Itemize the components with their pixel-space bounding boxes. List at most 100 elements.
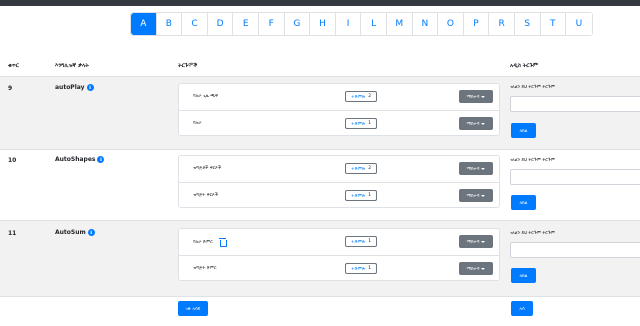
vote-button[interactable]: +ድምጽ 1 <box>345 263 377 274</box>
translations-card: ባለራ ድምር +ድምጽ 1 ማስተዳ ዝግጅት ድምር +ድምጽ 1 ማስተዳ <box>178 228 500 281</box>
letter-r[interactable]: R <box>489 13 515 35</box>
column-header-number: ቁጥር <box>8 63 19 69</box>
letter-g[interactable]: G <box>284 13 311 35</box>
save-button[interactable]: አሳ <box>511 301 533 316</box>
manage-label: ማስተዳ <box>466 94 480 100</box>
translation-text: ባለራ ጊዜ ጫዋ <box>193 94 218 99</box>
translation-item: ዝግጅት ድምር +ድምጽ 1 ማስተዳ <box>179 255 499 281</box>
manage-dropdown[interactable]: ማስተዳ <box>459 117 493 130</box>
caret-down-icon <box>481 167 486 170</box>
letter-m[interactable]: M <box>386 13 413 35</box>
translation-label: ባለራ ድምር <box>193 238 227 247</box>
translation-text: ዝግጅት ድምር <box>193 266 217 271</box>
letter-d[interactable]: D <box>207 13 234 35</box>
translation-item: ባለራ ድምር +ድምጽ 1 ማስተዳ <box>179 229 499 255</box>
vote-button[interactable]: +ድምጽ 2 <box>345 91 377 102</box>
add-button[interactable]: አክል <box>511 123 536 138</box>
vote-label: +ድምጽ <box>350 166 366 172</box>
letter-t[interactable]: T <box>540 13 567 35</box>
alphabet-pagination: A B C D E F G H I L M N O P R S T U <box>130 12 593 36</box>
column-header-translations: ትርጉሞች <box>178 63 198 69</box>
row-number: 10 <box>8 157 17 164</box>
caret-down-icon <box>481 240 486 243</box>
suggest-prompt: ገለልን ይህ ትርጉም ትርጉም <box>510 158 555 163</box>
translation-text: ዝግጅቶች ቅርጾች <box>193 166 222 171</box>
translations-card: ባለራ ጊዜ ጫዋ +ድምጽ 2 ማስተዳ ባለራ +ድምጽ 1 ማስተዳ <box>178 83 500 136</box>
translation-label: ዝግጅት ቅርጾች <box>193 192 218 198</box>
suggest-input[interactable] <box>510 96 640 112</box>
manage-label: ማስተዳ <box>466 266 480 272</box>
caret-down-icon <box>481 267 486 270</box>
manage-label: ማስተዳ <box>466 193 480 199</box>
row-divider <box>0 149 640 150</box>
manage-label: ማስተዳ <box>466 239 480 245</box>
translation-label: ዝግጅት ድምር <box>193 265 216 271</box>
info-icon[interactable]: i <box>87 229 95 236</box>
vote-label: +ድምጽ <box>350 193 366 199</box>
info-icon[interactable]: i <box>97 156 105 163</box>
letter-a[interactable]: A <box>131 13 157 35</box>
vote-label: +ድምጽ <box>350 239 366 245</box>
feature-name: AutoShapes i <box>55 156 105 163</box>
letter-s[interactable]: S <box>514 13 541 35</box>
vote-label: +ድምጽ <box>350 266 366 272</box>
manage-label: ማስተዳ <box>466 166 480 172</box>
feature-name: AutoSum i <box>55 229 95 236</box>
manage-dropdown[interactable]: ማስተዳ <box>459 235 493 248</box>
add-button[interactable]: አክል <box>511 195 536 210</box>
caret-down-icon <box>481 122 486 125</box>
suggest-input[interactable] <box>510 169 640 185</box>
caret-down-icon <box>481 95 486 98</box>
letter-b[interactable]: B <box>156 13 183 35</box>
vote-count: 1 <box>368 239 372 244</box>
translations-card: ዝግጅቶች ቅርጾች +ድምጽ 2 ማስተዳ ዝግጅት ቅርጾች +ድምጽ 1 ማስ… <box>178 155 500 208</box>
row-divider <box>0 296 640 297</box>
row-number: 9 <box>8 85 13 92</box>
translation-text: ባለራ <box>193 121 202 126</box>
vote-label: +ድምጽ <box>350 94 366 100</box>
vote-button[interactable]: +ድምጽ 1 <box>345 236 377 247</box>
vote-button[interactable]: +ድምጽ 1 <box>345 118 377 129</box>
translation-text: ዝግጅት ቅርጾች <box>193 193 218 198</box>
translation-label: ዝግጅቶች ቅርጾች <box>193 165 221 171</box>
caret-down-icon <box>481 194 486 197</box>
manage-dropdown[interactable]: ማስተዳ <box>459 90 493 103</box>
feature-label: AutoSum <box>55 229 86 236</box>
translation-label: ባለራ <box>193 120 201 126</box>
letter-i[interactable]: I <box>335 13 362 35</box>
trash-icon[interactable] <box>218 238 227 247</box>
info-icon[interactable]: i <box>86 84 94 91</box>
manage-label: ማስተዳ <box>466 121 480 127</box>
letter-p[interactable]: P <box>463 13 490 35</box>
suggest-input[interactable] <box>510 242 640 258</box>
translation-item: ባለራ +ድምጽ 1 ማስተዳ <box>179 110 499 136</box>
vote-count: 2 <box>368 166 372 171</box>
letter-f[interactable]: F <box>258 13 285 35</box>
manage-dropdown[interactable]: ማስተዳ <box>459 162 493 175</box>
translation-item: ዝግጅቶች ቅርጾች +ድምጽ 2 ማስተዳ <box>179 156 499 182</box>
feature-name: autoPlay i <box>55 84 94 91</box>
add-button[interactable]: አክል <box>511 268 536 283</box>
manage-dropdown[interactable]: ማስተዳ <box>459 189 493 202</box>
column-header-feature: እንግሊዝኛ ቃላት <box>55 63 89 69</box>
top-nav-bar <box>0 0 640 6</box>
vote-label: +ድምጽ <box>350 121 366 127</box>
suggest-prompt: ገለልን ይህ ትርጉም ትርጉም <box>510 85 555 90</box>
translation-text: ባለራ ድምር <box>193 240 213 245</box>
letter-e[interactable]: E <box>233 13 259 35</box>
show-page-button[interactable]: ገጽ አሳይ <box>178 301 208 316</box>
letter-c[interactable]: C <box>182 13 208 35</box>
suggest-prompt: ገለልን ይህ ትርጉም ትርጉም <box>510 231 555 236</box>
feature-label: AutoShapes <box>55 156 96 163</box>
vote-button[interactable]: +ድምጽ 1 <box>345 190 377 201</box>
letter-h[interactable]: H <box>310 13 336 35</box>
vote-button[interactable]: +ድምጽ 2 <box>345 163 377 174</box>
letter-o[interactable]: O <box>438 13 464 35</box>
letter-n[interactable]: N <box>412 13 439 35</box>
translation-label: ባለራ ጊዜ ጫዋ <box>193 93 218 99</box>
manage-dropdown[interactable]: ማስተዳ <box>459 262 493 275</box>
column-header-suggest: አዲስ ትርጉም <box>510 63 539 69</box>
vote-count: 1 <box>368 266 372 271</box>
letter-l[interactable]: L <box>361 13 387 35</box>
letter-u[interactable]: U <box>566 13 592 35</box>
